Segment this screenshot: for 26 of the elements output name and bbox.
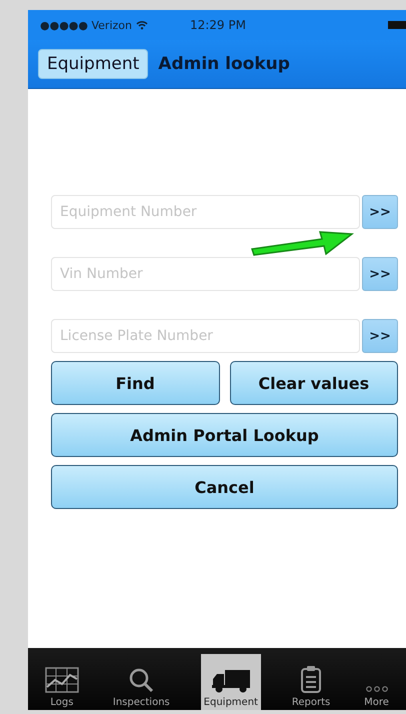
time-text: 12:29 PM (190, 18, 246, 32)
truck-icon (210, 669, 251, 693)
action-button[interactable]: Cancel (51, 465, 398, 509)
input-field[interactable]: License Plate Number (51, 319, 360, 353)
wifi-icon (136, 20, 148, 30)
more-icon (364, 685, 389, 693)
battery-icon (388, 21, 406, 29)
tab-item[interactable]: More (361, 648, 392, 710)
search-icon (128, 667, 154, 693)
action-button[interactable]: Find (51, 361, 220, 405)
chart-icon (44, 667, 79, 693)
tab-item[interactable]: Logs (42, 648, 82, 710)
action-button[interactable]: Admin Portal Lookup (51, 413, 398, 457)
action-button[interactable]: Clear values (230, 361, 398, 405)
input-field[interactable]: Equipment Number (51, 195, 360, 229)
tab-item[interactable]: Inspections (110, 648, 173, 710)
tab-item[interactable]: Equipment (200, 654, 261, 710)
clipboard-icon (300, 665, 322, 693)
screen-title: Admin lookup (158, 54, 290, 74)
input-field[interactable]: Vin Number (51, 257, 360, 291)
lookup-button[interactable]: >> (362, 257, 398, 291)
carrier-text: ●●●●● Verizon (40, 18, 132, 32)
back-button[interactable]: Equipment (38, 49, 148, 79)
lookup-button[interactable]: >> (362, 319, 398, 353)
lookup-button[interactable]: >> (362, 195, 398, 229)
tab-item[interactable]: Reports (288, 648, 334, 710)
